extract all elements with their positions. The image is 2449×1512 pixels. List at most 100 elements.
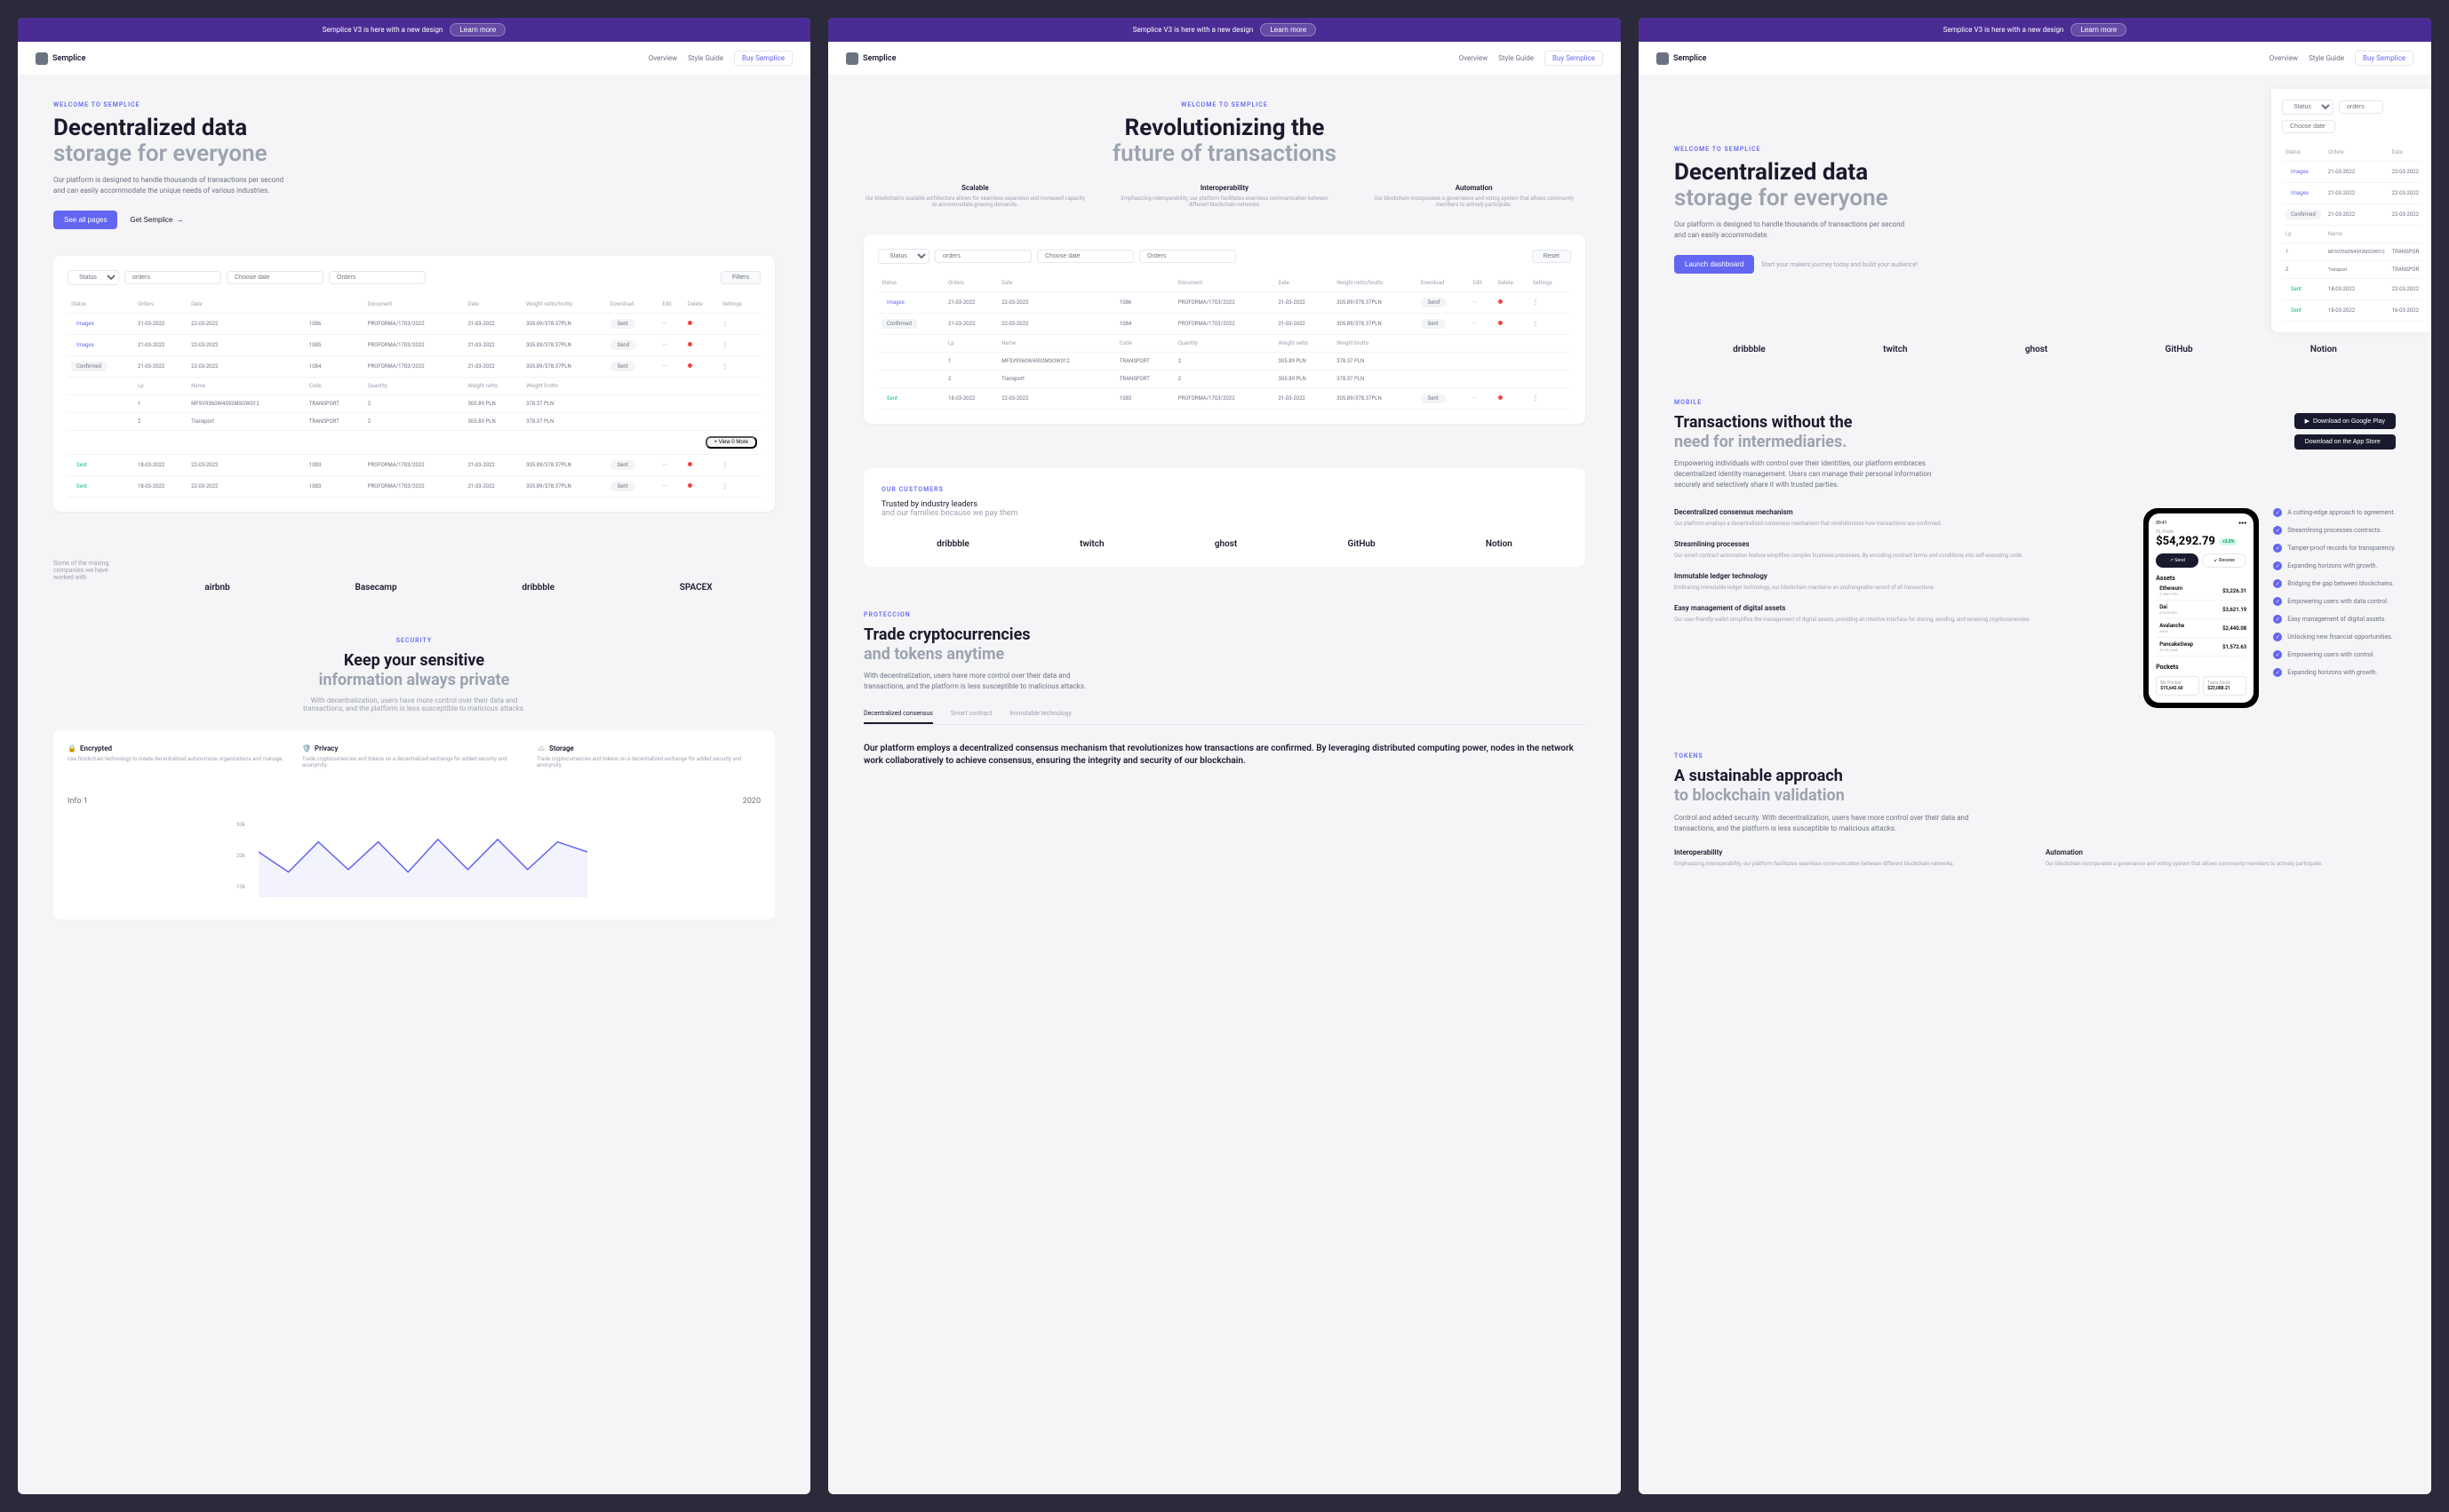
table-row[interactable]: Sent18-03-202222-03-20221083PROFORMA/170… bbox=[878, 388, 1571, 410]
table-row[interactable]: Images21-03-202222-03-2022 bbox=[2282, 162, 2422, 183]
status-filter[interactable]: Status bbox=[878, 249, 929, 264]
banner-learn-more[interactable]: Learn more bbox=[450, 23, 506, 36]
phone-time: 09:41 bbox=[2156, 521, 2166, 526]
logo[interactable]: Semplice bbox=[36, 52, 85, 65]
trade-section: PROTECCION Trade cryptocurrenciesand tok… bbox=[864, 611, 1585, 768]
table-sub-row: 1MFSV9360W4592MSOW012TRANSPORT2305.89 PL… bbox=[878, 353, 1571, 370]
table-row[interactable]: Sent18-03-202216-03-2022 bbox=[2282, 300, 2422, 322]
table-row[interactable]: Confirmed21-03-202222-03-20221084PROFORM… bbox=[68, 356, 761, 378]
logo-icon bbox=[846, 52, 858, 65]
reset-button[interactable]: Reset bbox=[1532, 250, 1571, 263]
asset-row[interactable]: Ethereum2.4982 ETH$3,226.31 bbox=[2156, 582, 2246, 601]
nav-overview[interactable]: Overview bbox=[1459, 54, 1488, 62]
tab[interactable]: Decentralized consensus bbox=[864, 710, 933, 724]
hero-lead: Our platform is designed to handle thous… bbox=[53, 175, 284, 196]
table-row[interactable]: Sent18-03-202222-03-20221083PROFORMA/170… bbox=[68, 455, 761, 476]
check-item: ✓Expanding horizons with growth. bbox=[2273, 668, 2396, 677]
table-row[interactable]: Images21-03-202222-03-2022 bbox=[2282, 183, 2422, 204]
status-filter[interactable]: Status bbox=[2282, 99, 2333, 115]
table-header: Date bbox=[1275, 275, 1334, 292]
phone-mockup: 09:41●●● Hi, Pratik $54,292.79+3.0% ↗ Se… bbox=[2143, 508, 2259, 708]
phone-receive-button[interactable]: ↙ Receive bbox=[2202, 553, 2246, 568]
security-sub: With decentralization, users have more c… bbox=[290, 696, 538, 712]
check-icon: ✓ bbox=[2273, 615, 2282, 624]
three-cols: ScalableOur blockchain's scalable archit… bbox=[864, 184, 1585, 208]
table-row[interactable]: Images21-03-202222-03-20221085PROFORMA/1… bbox=[68, 335, 761, 356]
view-more-button[interactable]: + View 0 More bbox=[706, 436, 757, 449]
company-logo: Notion bbox=[1486, 539, 1512, 549]
orders2-filter[interactable] bbox=[1139, 250, 1236, 263]
panel-1: Semplice V3 is here with a new design Le… bbox=[18, 18, 810, 1494]
check-icon: ✓ bbox=[2273, 668, 2282, 677]
nav-overview[interactable]: Overview bbox=[2270, 54, 2298, 62]
nav-buy[interactable]: Buy Semplice bbox=[1544, 51, 1603, 66]
top-nav: Semplice Overview Style Guide Buy Sempli… bbox=[828, 42, 1621, 75]
tokens-col: InteroperabilityEmphasizing interoperabi… bbox=[1674, 848, 2024, 868]
table-header: Date bbox=[998, 275, 1116, 292]
get-semplice-button[interactable]: Get Semplice → bbox=[124, 211, 188, 229]
orders-filter[interactable] bbox=[124, 271, 221, 284]
logo-icon bbox=[1656, 52, 1669, 65]
launch-dashboard-button[interactable]: Launch dashboard bbox=[1674, 255, 1754, 274]
side-orders-table: Status StatusOrdersDateImages21-03-20222… bbox=[2271, 89, 2431, 332]
see-pages-button[interactable]: See all pages bbox=[53, 211, 117, 229]
asset-row[interactable]: Dai6.3210 DAI$3,621.19 bbox=[2156, 601, 2246, 619]
benefit-item: Streamlining processesOur smart contract… bbox=[1674, 540, 2129, 560]
logo[interactable]: Semplice bbox=[846, 52, 896, 65]
table-row[interactable]: Confirmed21-03-202222-03-2022 bbox=[2282, 204, 2422, 226]
svg-text:30k: 30k bbox=[236, 822, 246, 828]
table-header: Date bbox=[465, 296, 523, 314]
company-logo: ghost bbox=[1215, 539, 1237, 549]
security-section: SECURITY Keep your sensitiveinformation … bbox=[53, 637, 775, 919]
hero-lead: Our platform is designed to handle thous… bbox=[1674, 219, 1905, 241]
orders-filter[interactable] bbox=[2339, 100, 2383, 114]
table-header: Status bbox=[878, 275, 945, 292]
orders2-filter[interactable] bbox=[329, 271, 426, 284]
nav-buy[interactable]: Buy Semplice bbox=[2355, 51, 2413, 66]
google-play-button[interactable]: ▶ Download on Google Play bbox=[2294, 413, 2396, 429]
phone-balance: $54,292.79 bbox=[2156, 535, 2215, 548]
table-header: Document bbox=[1175, 275, 1275, 292]
phone-send-button[interactable]: ↗ Send bbox=[2156, 553, 2198, 568]
table-row[interactable]: Images21-03-202222-03-20221086PROFORMA/1… bbox=[68, 314, 761, 335]
pocket-card[interactable]: My Pocket$15,642.60 bbox=[2156, 676, 2199, 696]
table-row[interactable]: Images21-03-202222-03-20221086PROFORMA/1… bbox=[878, 292, 1571, 314]
kicker: WELCOME TO SEMPLICE bbox=[53, 101, 775, 108]
banner-text: Semplice V3 is here with a new design bbox=[323, 26, 443, 34]
banner-learn-more[interactable]: Learn more bbox=[2070, 23, 2126, 36]
trade-content: Our platform employs a decentralized con… bbox=[864, 743, 1585, 768]
date-filter[interactable] bbox=[2282, 120, 2335, 133]
three-col: AutomationOur blockchain incorporates a … bbox=[1362, 184, 1585, 208]
table-sub-row: 2TransportTRANSPORT2305.89 PLN378.37 PLN bbox=[68, 413, 761, 431]
table-row[interactable]: Confirmed21-03-202222-03-20221084PROFORM… bbox=[878, 314, 1571, 335]
nav-style-guide[interactable]: Style Guide bbox=[1498, 54, 1534, 62]
pocket-card[interactable]: Tesla Stock$23,088.21 bbox=[2203, 676, 2246, 696]
hero-title: Revolutionizing thefuture of transaction… bbox=[864, 115, 1585, 166]
chart-year: 2020 bbox=[743, 797, 761, 806]
nav-overview[interactable]: Overview bbox=[649, 54, 677, 62]
date-filter[interactable] bbox=[1037, 250, 1134, 263]
status-filter[interactable]: Status bbox=[68, 270, 119, 285]
tab[interactable]: Immutable technology bbox=[1009, 710, 1072, 724]
cust-l2: and our families because we pay them bbox=[881, 509, 1568, 518]
date-filter[interactable] bbox=[227, 271, 323, 284]
asset-row[interactable]: PancakeSwap39.73 CAKE$1,572.63 bbox=[2156, 638, 2246, 657]
nav-style-guide[interactable]: Style Guide bbox=[688, 54, 723, 62]
tokens-section: TOKENS A sustainable approachto blockcha… bbox=[1674, 752, 2396, 867]
orders-table: StatusOrdersDateDocumentDateWeight netto… bbox=[878, 275, 1571, 410]
customers-kicker: OUR CUSTOMERS bbox=[881, 486, 1568, 493]
asset-row[interactable]: AvalancheAVAX$2,440.08 bbox=[2156, 619, 2246, 638]
feature-col: ☁️ StorageTrade cryptocurrencies and tok… bbox=[537, 744, 761, 768]
feature-col: 🔒 EncryptedUse blockchain technology to … bbox=[68, 744, 291, 768]
table-sub-row: 2TransportTRANSPOR bbox=[2282, 261, 2422, 279]
tab[interactable]: Smart contract bbox=[951, 710, 992, 724]
nav-buy[interactable]: Buy Semplice bbox=[734, 51, 793, 66]
table-row[interactable]: Sent18-03-202222-03-2022 bbox=[2282, 279, 2422, 300]
orders-filter[interactable] bbox=[935, 250, 1032, 263]
app-store-button[interactable]: Download on the App Store bbox=[2294, 434, 2396, 450]
nav-style-guide[interactable]: Style Guide bbox=[2309, 54, 2344, 62]
filters-button[interactable]: Filters bbox=[721, 271, 761, 284]
logo[interactable]: Semplice bbox=[1656, 52, 1706, 65]
banner-learn-more[interactable]: Learn more bbox=[1260, 23, 1316, 36]
table-row[interactable]: Sent18-03-202222-03-20221083PROFORMA/170… bbox=[68, 476, 761, 497]
